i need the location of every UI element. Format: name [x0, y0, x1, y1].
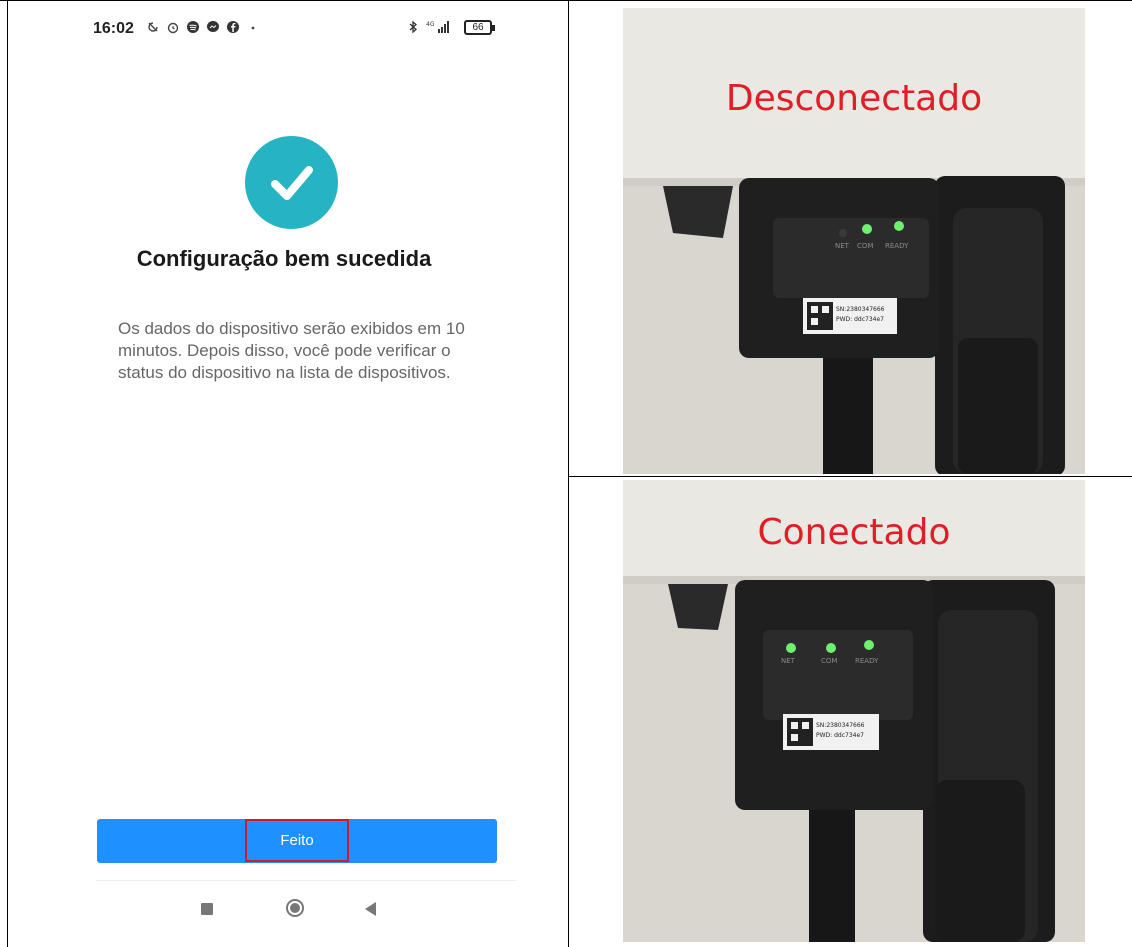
pwd-text: PWD: ddc734e7 — [816, 732, 864, 739]
status-time: 16:02 — [93, 20, 134, 37]
signal-icon: 4G — [426, 21, 449, 33]
phone-screen: 16:02 4G 66 Configuração bem sucedida Os… — [8, 8, 568, 942]
home-button[interactable] — [286, 899, 304, 917]
status-bar: 16:02 4G 66 — [8, 8, 568, 52]
table-border-center — [568, 0, 569, 947]
navbar-divider — [96, 880, 516, 881]
battery-icon: 66 — [464, 20, 495, 35]
qr-code-icon — [807, 302, 833, 330]
led-label-ready: READY — [885, 242, 909, 250]
photo-caption-connected: Conectado — [757, 512, 951, 553]
com-led — [826, 643, 836, 653]
spotify-icon — [187, 21, 199, 33]
notification-icons — [146, 20, 260, 34]
ready-led — [864, 640, 874, 650]
led-label-net: NET — [835, 242, 850, 250]
photo-connected: NET COM READY SN:2380347666 PWD: ddc734e… — [623, 480, 1085, 942]
table-border-top — [0, 0, 1132, 1]
more-notifications-icon — [251, 26, 255, 30]
alarm-icon — [167, 22, 179, 34]
net-led — [786, 643, 796, 653]
alarm-off-icon — [148, 22, 158, 32]
success-check-icon — [245, 136, 338, 229]
ready-led — [894, 221, 904, 231]
led-label-com: COM — [857, 242, 873, 250]
svg-text:4G: 4G — [426, 21, 435, 28]
bluetooth-icon — [409, 20, 417, 34]
success-title: Configuração bem sucedida — [136, 246, 432, 271]
battery-level: 66 — [472, 22, 484, 33]
success-description: Os dados do dispositivo serão exibidos e… — [118, 319, 465, 382]
photo-caption-disconnected: Desconectado — [725, 78, 983, 119]
pwd-text: PWD: ddc734e7 — [836, 316, 884, 323]
photo-disconnected: NET COM READY SN:2380347666 PWD: ddc734e… — [623, 8, 1085, 474]
qr-code-icon — [787, 718, 813, 746]
system-icons: 4G — [406, 20, 452, 34]
net-led — [839, 229, 847, 237]
led-label-com: COM — [821, 657, 837, 665]
led-label-net: NET — [781, 657, 796, 665]
back-button[interactable] — [365, 902, 376, 916]
messenger-icon — [207, 21, 219, 32]
led-label-ready: READY — [855, 657, 879, 665]
com-led — [862, 224, 872, 234]
done-button[interactable] — [97, 819, 497, 863]
sn-text: SN:2380347666 — [836, 306, 885, 313]
facebook-icon — [227, 21, 239, 33]
recents-button[interactable] — [201, 903, 213, 915]
sn-text: SN:2380347666 — [816, 722, 865, 729]
